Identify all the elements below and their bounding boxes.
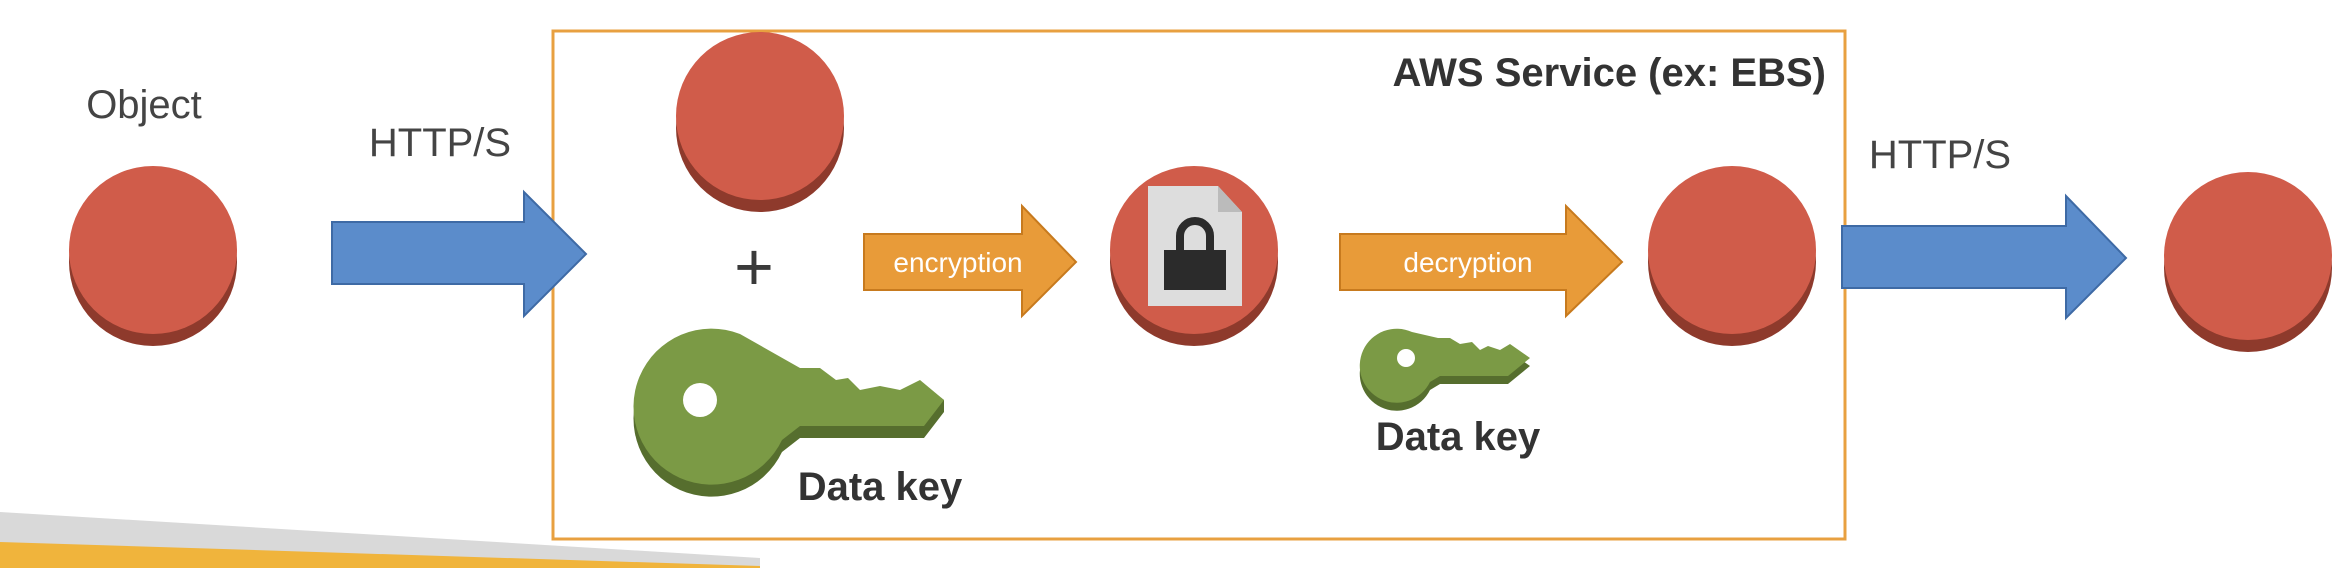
locked-file-icon: [1148, 186, 1242, 306]
service-title: AWS Service (ex: EBS): [1393, 51, 1827, 95]
source-object-icon: [69, 166, 237, 346]
destination-object-icon: [2164, 172, 2332, 352]
outbound-transfer-arrow: [1841, 193, 2128, 321]
protocol-in-label: HTTP/S: [369, 121, 511, 165]
key-icon-small: [1359, 328, 1530, 411]
data-key-label-1: Data key: [798, 465, 963, 509]
encryption-label: encryption: [893, 247, 1022, 278]
diagram-canvas: AWS Service (ex: EBS) Object HTTP/S + Da…: [0, 29, 2332, 568]
plus-sign: +: [734, 229, 774, 305]
object-label: Object: [86, 83, 202, 127]
protocol-out-label: HTTP/S: [1869, 133, 2011, 177]
plaintext-object-icon: [676, 32, 844, 212]
decrypted-object-icon: [1648, 166, 1816, 346]
decryption-label: decryption: [1403, 247, 1532, 278]
data-key-label-2: Data key: [1376, 415, 1541, 459]
inbound-transfer-arrow: [331, 189, 588, 319]
